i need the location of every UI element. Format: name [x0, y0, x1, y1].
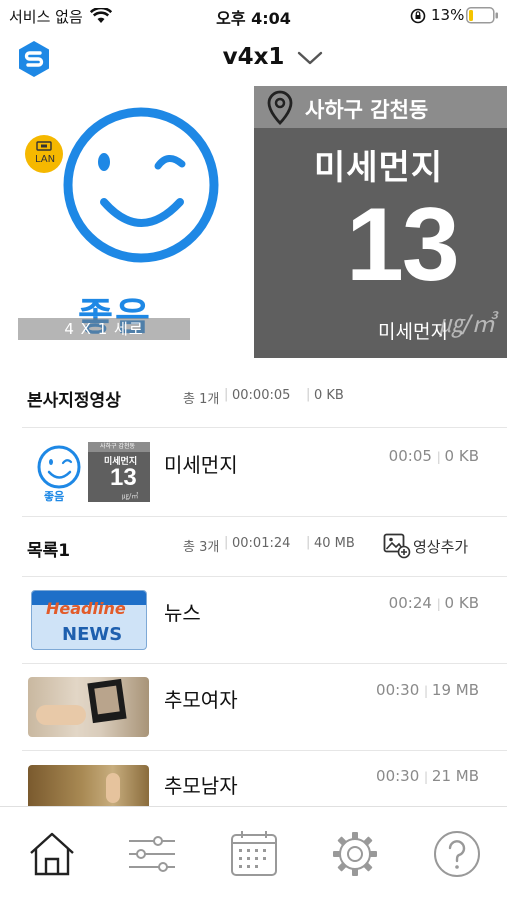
thumb-photo — [94, 685, 120, 715]
memorial-thumbnail — [28, 677, 149, 737]
thumb-location: 사하구 감천동 — [100, 443, 136, 450]
lan-label: LAN — [35, 154, 56, 165]
item-size: 21 MB — [431, 767, 479, 785]
thumb-news: NEWS — [62, 624, 123, 645]
news-thumbnail: Headline NEWS — [31, 590, 147, 650]
section-title: 본사지정영상 — [27, 391, 121, 411]
item-time: 00:30 — [376, 767, 420, 785]
sliders-icon — [129, 836, 175, 872]
smiley-grade-icon — [63, 107, 219, 263]
section-size: 0 KB — [314, 388, 344, 403]
meta-separator: | — [424, 770, 432, 784]
item-meta: 00:05 | 0 KB — [389, 447, 479, 465]
meta-separator: | — [224, 387, 229, 402]
section-title: 목록1 — [27, 541, 71, 561]
tab-help[interactable] — [432, 829, 482, 879]
item-size: 19 MB — [431, 681, 479, 699]
pm-title: 미세먼지 — [314, 148, 444, 188]
item-size: 0 KB — [444, 594, 479, 612]
meta-separator: | — [306, 387, 311, 402]
meta-separator: | — [224, 535, 229, 550]
section-duration: 00:00:05 — [232, 388, 291, 403]
list-item[interactable]: 좋음 사하구 감천동 미세먼지 13 ㎍/㎥ 미세먼지 00:05 | 0 KB — [0, 428, 507, 516]
section-duration: 00:01:24 — [232, 536, 291, 551]
item-title: 뉴스 — [164, 601, 201, 625]
item-title: 추모여자 — [164, 688, 238, 712]
pm-value: 13 — [346, 187, 460, 303]
help-icon — [434, 831, 480, 877]
home-icon — [30, 832, 74, 876]
status-bar: 서비스 없음 오후 4:04 13% — [0, 0, 507, 32]
thumb-hand — [106, 773, 120, 803]
add-video-label: 영상추가 — [413, 538, 469, 556]
meta-separator: | — [424, 684, 432, 698]
meta-separator: | — [436, 597, 445, 611]
item-meta: 00:30 | 21 MB — [376, 767, 479, 785]
thumb-pm-value: 13 — [110, 464, 137, 491]
thumb-pm-unit: ㎍/㎥ — [122, 492, 139, 500]
item-title: 미세먼지 — [164, 453, 238, 477]
list-item[interactable]: 추모여자 00:30 | 19 MB — [0, 664, 507, 750]
thumb-hand — [36, 705, 86, 725]
display-preview[interactable]: LAN 좋음 4 X 1 세로 사하구 감천동 미세먼지 13 ㎍/㎥ 미세먼지 — [0, 86, 507, 358]
top-bar: v4x1 — [0, 36, 507, 82]
orientation-lock-icon — [410, 8, 426, 24]
meta-separator: | — [306, 535, 311, 550]
divider — [22, 516, 507, 517]
list-item[interactable]: Headline NEWS 뉴스 00:24 | 0 KB — [0, 577, 507, 663]
meta-separator: | — [436, 450, 445, 464]
item-title: 추모남자 — [164, 774, 238, 798]
add-video-button[interactable]: 영상추가 — [383, 531, 483, 559]
location-pin-icon — [267, 90, 293, 125]
gear-icon — [333, 832, 377, 876]
tab-bar — [0, 806, 507, 900]
add-image-icon — [383, 533, 411, 559]
battery-icon — [466, 7, 498, 24]
item-time: 00:05 — [388, 447, 432, 465]
section-count: 총 1개 — [183, 392, 220, 407]
list-item[interactable]: 추모남자 00:30 | 21 MB — [0, 751, 507, 806]
thumb-grade: 좋음 — [44, 490, 65, 503]
thumb-headline: Headline — [46, 599, 126, 618]
item-meta: 00:24 | 0 KB — [389, 594, 479, 612]
lan-icon — [36, 141, 52, 151]
item-size: 0 KB — [444, 447, 479, 465]
location-text: 사하구 감천동 — [305, 98, 429, 122]
device-title[interactable]: v4x1 — [0, 44, 507, 70]
calendar-icon — [231, 831, 277, 876]
item-meta: 00:30 | 19 MB — [376, 681, 479, 699]
memorial-thumbnail — [28, 765, 149, 806]
layout-label: 4 X 1 세로 — [64, 320, 144, 338]
battery-percent: 13% — [431, 6, 465, 24]
section-header-hq: 본사지정영상 총 1개 00:00:05 0 KB | | — [0, 373, 507, 419]
pm-label: 미세먼지 — [378, 321, 448, 343]
item-time: 00:30 — [376, 681, 420, 699]
chevron-down-icon[interactable] — [296, 50, 324, 66]
section-size: 40 MB — [314, 536, 355, 551]
tab-home[interactable] — [27, 829, 77, 879]
item-time: 00:24 — [388, 594, 432, 612]
tab-controls[interactable] — [127, 829, 177, 879]
tab-schedule[interactable] — [229, 829, 279, 879]
smiley-thumb-icon — [37, 445, 81, 489]
pm-panel: 사하구 감천동 미세먼지 13 ㎍/㎥ 미세먼지 — [254, 86, 507, 358]
section-count: 총 3개 — [183, 540, 220, 555]
tab-settings[interactable] — [330, 829, 380, 879]
